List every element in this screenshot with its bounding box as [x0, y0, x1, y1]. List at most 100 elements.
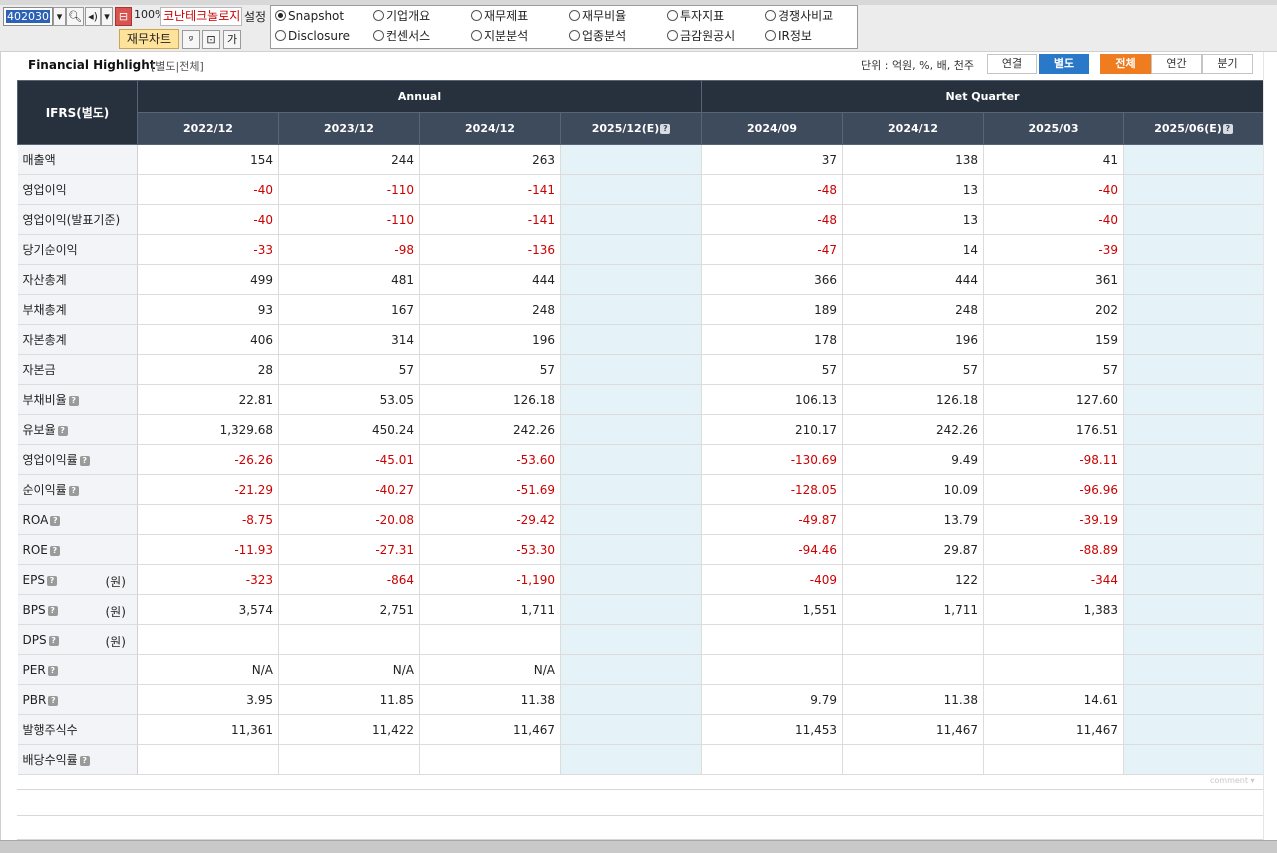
scrollbar-area[interactable]: [1263, 52, 1277, 842]
table-cell: -29.42: [419, 504, 561, 535]
help-icon[interactable]: ?: [46, 575, 57, 586]
row-label: EPS? (원): [17, 564, 138, 595]
table-cell: [560, 714, 703, 745]
help-icon[interactable]: ?: [47, 605, 58, 616]
table-cell: -51.69: [419, 474, 561, 505]
radio-snapshot[interactable]: Snapshot: [275, 9, 344, 23]
code-dropdown-icon[interactable]: ▾: [53, 7, 66, 26]
row-unit: (원): [105, 605, 126, 619]
font-icon[interactable]: 가: [223, 30, 241, 49]
table-cell: 11,467: [842, 714, 985, 745]
left-border: [0, 52, 1, 842]
table-row: 자산총계 499 481 444 366 444 361: [17, 264, 1265, 295]
table-cell: [560, 534, 703, 565]
help-icon[interactable]: ?: [79, 756, 90, 766]
table-cell: -96.96: [983, 474, 1125, 505]
help-icon[interactable]: ?: [68, 396, 79, 406]
table-cell: 11.38: [842, 684, 985, 715]
toggle-consolidated[interactable]: 연결: [987, 54, 1037, 74]
table-cell: [842, 654, 985, 685]
help-icon[interactable]: ?: [48, 635, 59, 646]
radio-ir-info[interactable]: IR정보: [765, 29, 812, 43]
toggle-annual[interactable]: 연간: [1151, 54, 1202, 74]
table-cell: 1,711: [419, 594, 561, 625]
help-icon[interactable]: ?: [48, 695, 59, 706]
table-row: 유보율? 1,329.68 450.24 242.26 210.17 242.26 176.…: [17, 414, 1265, 445]
table-cell: 57: [419, 354, 561, 385]
table-cell: [137, 624, 279, 655]
table-cell: N/A: [278, 654, 420, 685]
table-cell: 57: [701, 354, 844, 385]
table-cell: [1123, 624, 1265, 655]
table-cell: [560, 594, 703, 625]
radio-fss-disclosure[interactable]: 금감원공시: [667, 29, 735, 43]
table-cell: 9.49: [842, 444, 985, 475]
row-label: 자산총계: [17, 264, 138, 295]
radio-shareholding[interactable]: 지분분석: [471, 29, 528, 43]
comment-toggle[interactable]: comment ▾: [1210, 776, 1255, 785]
fit-screen-icon[interactable]: ⊡: [202, 30, 220, 49]
stock-code-input[interactable]: 402030: [3, 7, 53, 26]
table-cell: 248: [419, 294, 561, 325]
table-cell: 2,751: [278, 594, 420, 625]
table-cell: N/A: [419, 654, 561, 685]
radio-icon: [765, 30, 776, 41]
table-cell: 444: [419, 264, 561, 295]
estimate-help-icon[interactable]: ?: [660, 124, 671, 134]
table-cell: N/A: [137, 654, 279, 685]
speaker-dropdown-icon[interactable]: ▾: [101, 7, 113, 26]
table-cell: 248: [842, 294, 985, 325]
help-icon[interactable]: ?: [47, 665, 58, 676]
table-cell: [1123, 144, 1265, 175]
lock-icon[interactable]: ⊟: [115, 7, 132, 26]
table-cell: [1123, 714, 1265, 745]
radio-industry-analysis[interactable]: 업종분석: [569, 29, 626, 43]
help-icon[interactable]: ?: [57, 426, 68, 436]
search-icon[interactable]: 🔍︎: [66, 7, 84, 26]
toggle-all[interactable]: 전체: [1100, 54, 1151, 74]
radio-consensus[interactable]: 컨센서스: [373, 29, 430, 43]
financial-highlight-table: IFRS(별도) Annual Net Quarter 2022/12 2023/…: [17, 80, 1265, 775]
table-row: 매출액 154 244 263 37 138 41: [17, 144, 1265, 175]
help-icon[interactable]: ?: [49, 545, 60, 556]
table-cell: -98: [278, 234, 420, 265]
table-cell: 14: [842, 234, 985, 265]
table-cell: [419, 744, 561, 775]
radio-company-overview[interactable]: 기업개요: [373, 9, 430, 23]
table-cell: [560, 564, 703, 595]
table-cell: -21.29: [137, 474, 279, 505]
table-cell: 29.87: [842, 534, 985, 565]
table-cell: -33: [137, 234, 279, 265]
row-label: 영업이익률?: [17, 444, 138, 475]
toggle-separate[interactable]: 별도: [1039, 54, 1089, 74]
financial-chart-button[interactable]: 재무차트: [119, 29, 179, 49]
toggle-quarter[interactable]: 분기: [1202, 54, 1253, 74]
help-icon[interactable]: ?: [68, 486, 79, 496]
radio-icon: [667, 30, 678, 41]
table-cell: [560, 744, 703, 775]
radio-investment-indicators[interactable]: 투자지표: [667, 9, 724, 23]
table-cell: 1,711: [842, 594, 985, 625]
setting-label[interactable]: 설정: [244, 8, 266, 25]
table-row: 부채비율? 22.81 53.05 126.18 106.13 126.18 127.60: [17, 384, 1265, 415]
radio-financial-statements[interactable]: 재무제표: [471, 9, 528, 23]
table-row: PER? N/A N/A N/A: [17, 654, 1265, 685]
table-cell: [560, 294, 703, 325]
radio-peer-comparison[interactable]: 경쟁사비교: [765, 9, 833, 23]
estimate-help-icon[interactable]: ?: [1222, 124, 1233, 134]
radio-icon: [667, 10, 678, 21]
table-cell: [1123, 354, 1265, 385]
table-cell: [1123, 594, 1265, 625]
table-cell: 1,383: [983, 594, 1125, 625]
table-cell: [1123, 444, 1265, 475]
font-size-icon[interactable]: ᵍ: [182, 30, 200, 49]
table-cell: -53.60: [419, 444, 561, 475]
table-cell: [983, 744, 1125, 775]
help-icon[interactable]: ?: [50, 515, 61, 526]
radio-selected-icon: [275, 10, 286, 21]
speaker-icon[interactable]: ◂): [85, 7, 101, 26]
radio-financial-ratio[interactable]: 재무비율: [569, 9, 626, 23]
table-cell: 57: [983, 354, 1125, 385]
help-icon[interactable]: ?: [79, 456, 90, 466]
radio-disclosure[interactable]: Disclosure: [275, 29, 350, 43]
